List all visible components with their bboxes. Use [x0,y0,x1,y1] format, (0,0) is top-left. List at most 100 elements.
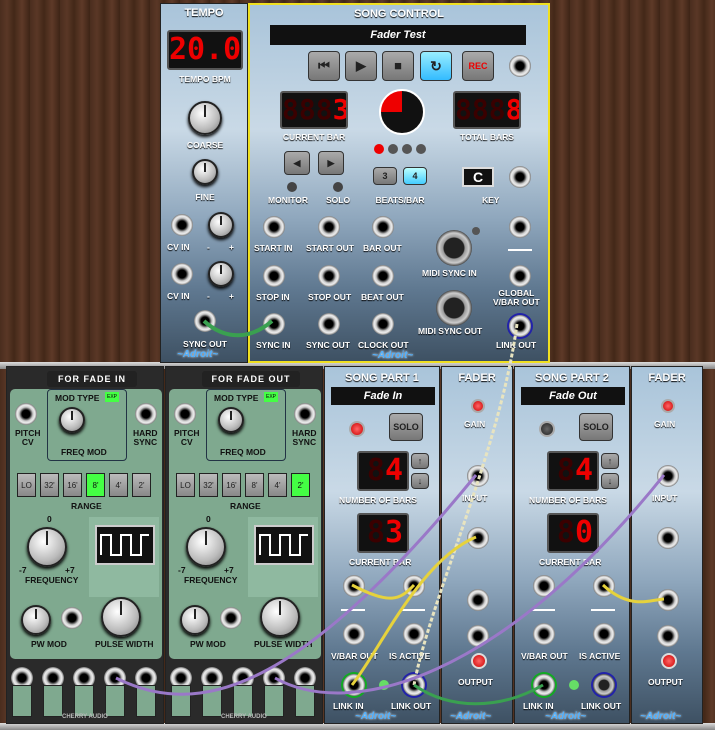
part1-vbar-out-jack[interactable] [343,623,365,645]
part1-solo-button[interactable]: SOLO [389,413,423,441]
fader2-ramp-jack-1[interactable] [657,527,679,549]
part1-ramp-down-jack[interactable] [403,575,425,597]
osc2-frequency-knob[interactable] [186,527,226,567]
fader1-ramp-jack-2[interactable] [467,589,489,611]
link-out-jack[interactable] [509,315,531,337]
coarse-knob[interactable] [188,101,222,135]
start-out-jack[interactable] [318,216,340,238]
osc1-range-button-3[interactable]: 8' [86,473,105,497]
stop-in-jack[interactable] [263,265,285,287]
fader1-input-jack[interactable] [467,465,489,487]
part1-link-in-jack[interactable] [343,674,365,696]
fader1-cv-jack[interactable] [467,625,489,647]
osc1-pulse-width-label: PULSE WIDTH [95,639,154,649]
osc1-range-button-2[interactable]: 16' [63,473,82,497]
osc2-pw-mod-jack[interactable] [220,607,242,629]
osc2-range-button-4[interactable]: 4' [268,473,287,497]
osc1-exp-toggle[interactable]: EXP [105,392,119,402]
clock-out-jack[interactable] [372,313,394,335]
cv-in-jack-2[interactable] [171,263,193,285]
fine-knob[interactable] [192,159,218,185]
fader1-ramp-jack-1[interactable] [467,527,489,549]
record-button[interactable]: REC [462,51,494,81]
ramp-up-icon [531,603,555,611]
global-vbar-out-jack[interactable] [509,265,531,287]
next-bar-button[interactable]: ▶ [318,151,344,175]
part2-ramp-up-jack[interactable] [533,575,555,597]
part2-name-display[interactable]: Fade Out [521,387,625,405]
oscillator-fade-out-module: FOR FADE OUT MOD TYPE EXP FREQ MOD PITCH… [165,366,323,724]
osc1-range-button-0[interactable]: LO [17,473,36,497]
bar-out-jack[interactable] [372,216,394,238]
bar-progress-pie [379,89,425,135]
play-button[interactable]: ▶ [345,51,377,81]
sync-out-jack-2[interactable] [318,313,340,335]
osc2-pitch-cv-jack[interactable] [174,403,196,425]
part1-bars-up-button[interactable]: ↑ [411,453,429,469]
part2-ramp-down-jack[interactable] [593,575,615,597]
osc2-range-button-0[interactable]: LO [176,473,195,497]
osc1-pw-mod-jack[interactable] [61,607,83,629]
sync-in-jack[interactable] [263,313,285,335]
part2-link-in-jack[interactable] [533,674,555,696]
osc2-range-button-1[interactable]: 32' [199,473,218,497]
loop-button[interactable]: ↻ [420,51,452,81]
osc2-freq-mod-knob[interactable] [218,407,244,433]
fader-2-module: FADER GAIN INPUT OUTPUT ~Adroit~ [631,366,703,724]
osc1-range-button-4[interactable]: 4' [109,473,128,497]
osc1-pulse-width-knob[interactable] [101,597,141,637]
key-jack[interactable] [509,166,531,188]
cv-in-jack-1[interactable] [171,214,193,236]
beat-out-jack[interactable] [372,265,394,287]
square-wave-icon [100,534,149,556]
osc1-pitch-cv-jack[interactable] [15,403,37,425]
stop-out-jack[interactable] [318,265,340,287]
osc2-hard-sync-jack[interactable] [294,403,316,425]
osc1-hard-sync-jack[interactable] [135,403,157,425]
osc1-frequency-knob[interactable] [27,527,67,567]
osc2-pulse-width-knob[interactable] [260,597,300,637]
sync-out-jack[interactable] [194,310,216,332]
osc2-range-button-3[interactable]: 8' [245,473,264,497]
osc1-pw-mod-knob[interactable] [21,605,51,635]
osc2-pw-mod-knob[interactable] [180,605,210,635]
part1-link-out-jack[interactable] [403,674,425,696]
midi-sync-in-port[interactable] [436,230,472,266]
arrow-down-icon: ↓ [417,476,423,486]
osc2-exp-toggle[interactable]: EXP [264,392,278,402]
midi-sync-out-port[interactable] [436,290,472,326]
start-in-jack[interactable] [263,216,285,238]
osc1-range-button-5[interactable]: 2' [132,473,151,497]
osc2-range-button-5[interactable]: 2' [291,473,310,497]
key-display[interactable]: C [462,167,494,187]
ramp-out-jack[interactable] [509,216,531,238]
stop-button[interactable]: ■ [382,51,414,81]
prev-bar-button[interactable]: ◀ [284,151,310,175]
osc1-freq-mod-knob[interactable] [59,407,85,433]
beats-3-button[interactable]: 3 [373,167,397,185]
rewind-button[interactable]: ⏮ [308,51,340,81]
song-name-display[interactable]: Fader Test [270,25,526,45]
part1-is-active-jack[interactable] [403,623,425,645]
record-jack[interactable] [509,55,531,77]
part2-bars-down-button[interactable]: ↓ [601,473,619,489]
part2-vbar-out-jack[interactable] [533,623,555,645]
part2-is-active-jack[interactable] [593,623,615,645]
part2-link-out-port[interactable] [593,674,615,696]
osc1-range-label: RANGE [71,501,102,511]
part1-name-display[interactable]: Fade In [331,387,435,405]
part1-bars-down-button[interactable]: ↓ [411,473,429,489]
beats-4-button[interactable]: 4 [403,167,427,185]
cv-amount-knob-1[interactable] [208,212,234,238]
osc1-range-button-1[interactable]: 32' [40,473,59,497]
fader2-ramp-jack-2[interactable] [657,589,679,611]
part2-bars-up-button[interactable]: ↑ [601,453,619,469]
fader2-input-jack[interactable] [657,465,679,487]
part1-active-led [349,421,365,437]
part2-solo-button[interactable]: SOLO [579,413,613,441]
part1-ramp-up-jack[interactable] [343,575,365,597]
midi-sync-in-led [472,227,480,235]
fader2-cv-jack[interactable] [657,625,679,647]
osc2-range-button-2[interactable]: 16' [222,473,241,497]
cv-amount-knob-2[interactable] [208,261,234,287]
